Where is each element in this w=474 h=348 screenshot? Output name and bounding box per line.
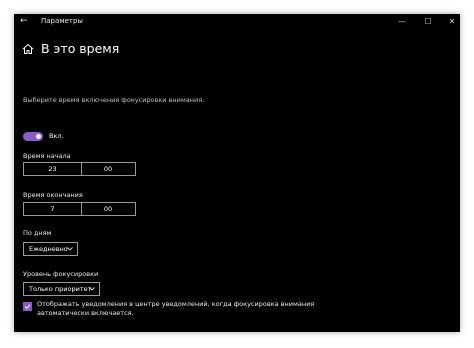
- end-time-label: Время окончания: [23, 191, 83, 199]
- show-notifications-checkbox[interactable]: [23, 302, 32, 311]
- end-time-picker[interactable]: 7 00: [23, 202, 136, 216]
- chevron-down-icon: [67, 247, 73, 251]
- repeat-label: По дням: [23, 229, 52, 237]
- start-time-picker[interactable]: 23 00: [23, 162, 136, 176]
- start-minutes[interactable]: 00: [81, 163, 135, 175]
- show-notifications-label[interactable]: Отображать уведомления в центре уведомле…: [37, 300, 337, 318]
- page-subtitle: Выберите время включения фокусировки вни…: [23, 96, 205, 104]
- window-title: Параметры: [41, 17, 83, 25]
- title-bar: ← Параметры — ☐ ✕: [14, 14, 460, 30]
- end-hours[interactable]: 7: [24, 203, 82, 215]
- focus-level-value: Только приоритет: [29, 285, 92, 293]
- checkmark-icon: [24, 304, 31, 310]
- toggle-knob: [36, 134, 41, 139]
- focus-level-label: Уровень фокусировки: [23, 270, 99, 278]
- repeat-value: Ежедневно: [29, 245, 68, 253]
- focus-level-dropdown[interactable]: Только приоритет: [23, 282, 100, 296]
- start-hours[interactable]: 23: [24, 163, 82, 175]
- maximize-button[interactable]: ☐: [421, 16, 435, 27]
- back-arrow-icon[interactable]: ←: [20, 16, 30, 26]
- settings-window: ← Параметры — ☐ ✕ В это время Выберите в…: [14, 14, 460, 332]
- home-icon[interactable]: [22, 43, 34, 55]
- end-minutes[interactable]: 00: [81, 203, 135, 215]
- page-title: В это время: [41, 41, 120, 56]
- focus-toggle[interactable]: [23, 132, 43, 141]
- close-button[interactable]: ✕: [445, 16, 459, 27]
- minimize-button[interactable]: —: [395, 16, 409, 27]
- toggle-label: Вкл.: [49, 132, 64, 140]
- chevron-down-icon: [89, 287, 95, 291]
- start-time-label: Время начала: [23, 152, 71, 160]
- repeat-dropdown[interactable]: Ежедневно: [23, 242, 78, 256]
